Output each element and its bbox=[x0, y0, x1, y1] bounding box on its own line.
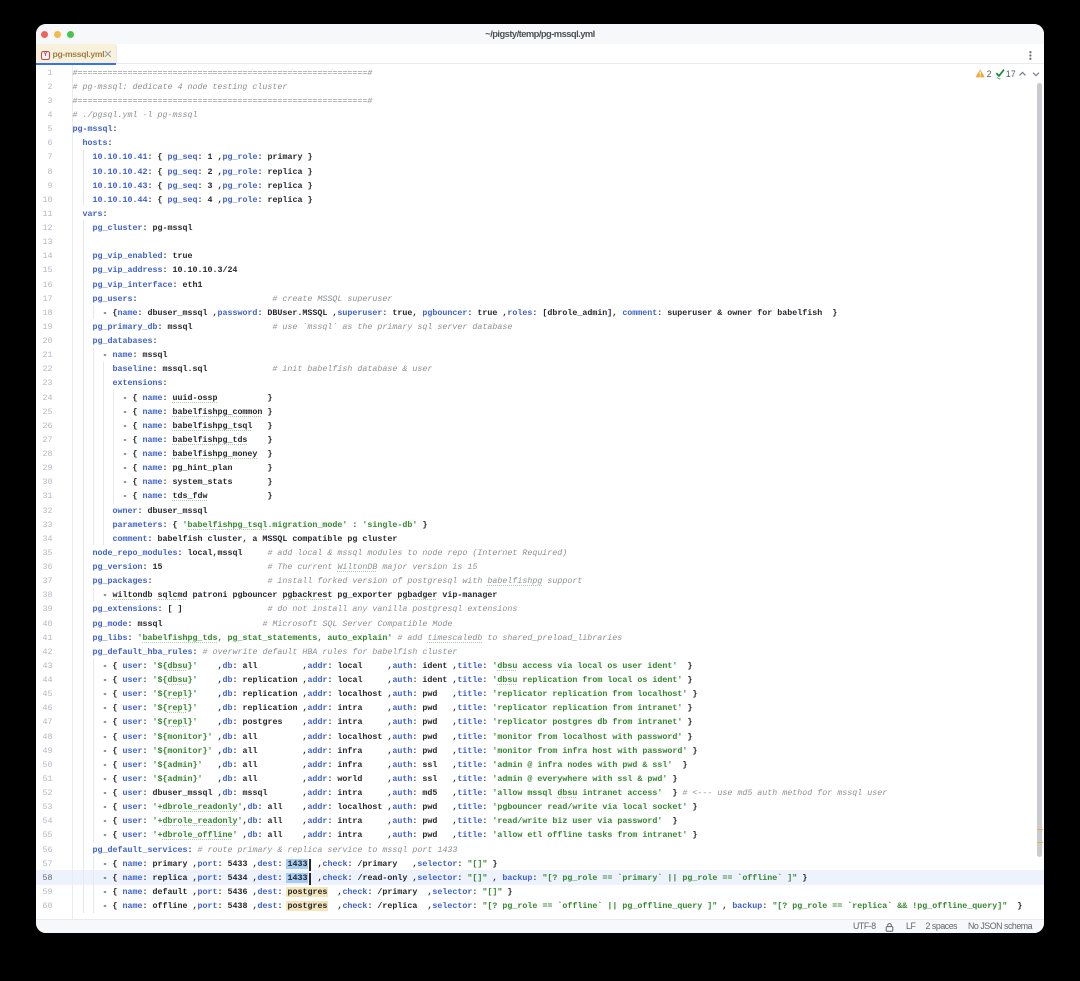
svg-text:17: 17 bbox=[1006, 68, 1016, 78]
svg-text:2: 2 bbox=[987, 68, 992, 78]
